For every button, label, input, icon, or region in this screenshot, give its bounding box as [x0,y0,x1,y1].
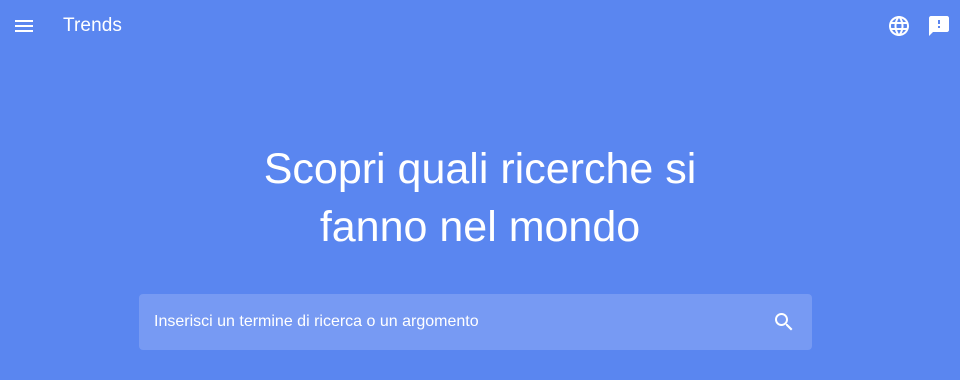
feedback-icon [929,16,949,36]
search-button[interactable] [772,310,796,334]
language-button[interactable] [887,14,911,38]
hero-line-2: fanno nel mondo [319,203,641,251]
main-menu-button[interactable] [12,14,36,38]
hamburger-menu-icon [15,20,33,32]
search-icon [775,313,793,331]
hero-line-1: Scopri quali ricerche si [263,145,697,193]
search-input[interactable] [154,294,754,350]
app-title[interactable]: Trends [63,14,122,38]
hero-heading: Scopri quali ricerche si fanno nel mondo [0,140,960,256]
globe-icon [889,16,909,36]
search-box [139,294,812,350]
feedback-button[interactable] [927,14,951,38]
top-app-bar: Trends [0,0,960,52]
